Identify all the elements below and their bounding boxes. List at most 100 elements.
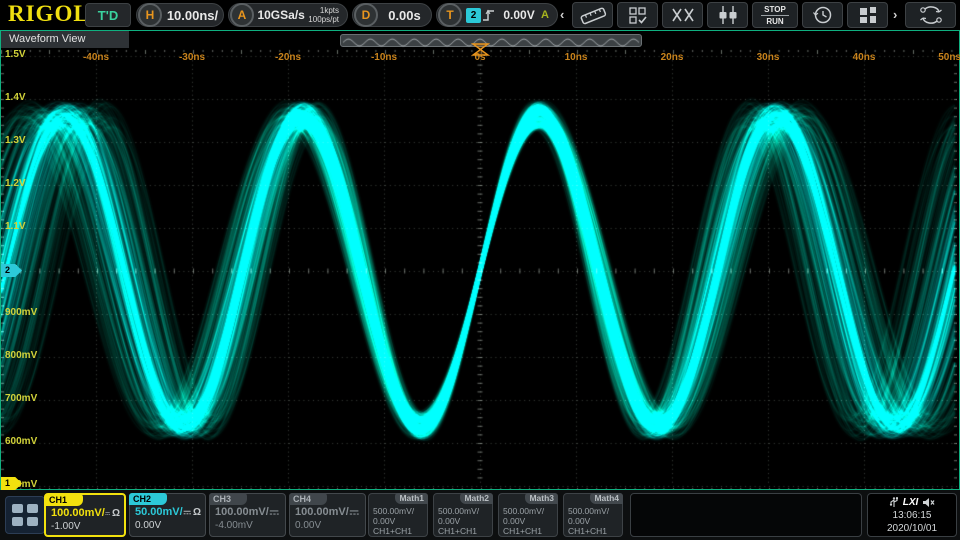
trigger-control[interactable]: T 2 0.00V A <box>436 3 558 27</box>
waveform-display[interactable] <box>1 49 957 489</box>
cursors-icon <box>715 4 741 26</box>
windows-button[interactable] <box>847 2 888 28</box>
all-measure-icon <box>626 4 650 26</box>
system-date: 2020/10/01 <box>868 522 956 535</box>
xy-display-icon <box>670 5 696 25</box>
math4-status-box[interactable]: Math4 500.00mV/ 0.00V CH1+CH1 <box>563 493 623 537</box>
mem-depth-value: 1kpts <box>308 6 339 15</box>
math1-tab: Math1 <box>395 493 428 504</box>
system-time: 13:06:15 <box>868 509 956 522</box>
math2-expression: CH1+CH1 <box>434 526 492 536</box>
cursors-button[interactable] <box>707 2 748 28</box>
waveform-view-window: Waveform View -40ns-30ns-20ns-10ns0s10ns… <box>0 30 960 490</box>
volt-label: 1.4V <box>5 92 26 103</box>
math4-scale: 500.00mV/ <box>564 506 622 516</box>
overview-waveform <box>341 37 641 48</box>
run-label: RUN <box>761 16 789 26</box>
time-label: -30ns <box>179 52 205 63</box>
volt-label: 900mV <box>5 307 37 318</box>
trigger-status-badge[interactable]: T'D <box>85 3 131 27</box>
self-check-button[interactable] <box>905 2 956 28</box>
ch1-offset: -1.00V <box>46 521 124 532</box>
acquire-control[interactable]: A 10GSa/s 1kpts 100ps/pt <box>228 3 348 27</box>
math1-offset: 0.00V <box>369 516 427 526</box>
measure-button[interactable] <box>572 2 613 28</box>
dc-coupling-icon <box>105 508 110 519</box>
history-icon <box>812 4 834 26</box>
sample-rate-value: 10GSa/s <box>254 8 308 22</box>
time-label: 20ns <box>661 52 684 63</box>
math2-offset: 0.00V <box>434 516 492 526</box>
ch1-status-box[interactable]: CH1 100.00mV/ Ω -1.00V <box>44 493 126 537</box>
dc-coupling-icon <box>269 507 279 518</box>
time-label: -10ns <box>371 52 397 63</box>
math1-status-box[interactable]: Math1 500.00mV/ 0.00V CH1+CH1 <box>368 493 428 537</box>
ch4-status-box[interactable]: CH4 100.00mV/ 0.00V <box>289 493 366 537</box>
toolbar-scroll-left[interactable]: ‹ <box>560 7 564 22</box>
math3-expression: CH1+CH1 <box>499 526 557 536</box>
lxi-label: LXI <box>903 496 919 509</box>
acquire-badge: A <box>230 3 254 27</box>
home-menu-button[interactable] <box>5 496 45 534</box>
memory-depth: 1kpts 100ps/pt <box>308 6 347 24</box>
ch1-impedance: Ω <box>112 508 120 519</box>
dc-coupling-icon <box>183 507 191 518</box>
ch4-offset: 0.00V <box>290 520 365 531</box>
menu-grid-icon <box>27 517 38 526</box>
horizontal-position-overview[interactable] <box>340 34 642 47</box>
ch1-scale: 100.00mV/ <box>51 507 105 519</box>
toolbar-scroll-right[interactable]: › <box>893 7 897 22</box>
delay-badge: D <box>354 3 378 27</box>
ch2-impedance: Ω <box>193 507 201 518</box>
time-label: 40ns <box>853 52 876 63</box>
system-status-box[interactable]: LXI 13:06:15 2020/10/01 <box>867 493 957 537</box>
math3-tab: Math3 <box>525 493 558 504</box>
history-button[interactable] <box>802 2 843 28</box>
bottom-bar: CH1 100.00mV/ Ω -1.00V CH2 50.00mV/ Ω 0.… <box>0 490 960 540</box>
ch2-offset: 0.00V <box>130 520 205 531</box>
stop-run-label: STOP RUN <box>761 5 789 26</box>
usb-icon <box>889 496 899 508</box>
ch2-status-box[interactable]: CH2 50.00mV/ Ω 0.00V <box>129 493 206 537</box>
resolution-value: 100ps/pt <box>308 15 339 24</box>
volt-label: 1.3V <box>5 135 26 146</box>
delay-control[interactable]: D 0.00s <box>352 3 432 27</box>
volt-label: 700mV <box>5 393 37 404</box>
message-area <box>630 493 862 537</box>
trigger-slope-icon <box>481 7 497 23</box>
horizontal-scale-value: 10.00ns/ <box>162 8 223 23</box>
time-label: -40ns <box>83 52 109 63</box>
trigger-sweep-mode: A <box>541 9 549 21</box>
menu-grid-icon <box>27 504 38 513</box>
math1-expression: CH1+CH1 <box>369 526 427 536</box>
ch4-tab: CH4 <box>289 493 327 505</box>
all-measure-button[interactable] <box>617 2 658 28</box>
stop-run-button[interactable]: STOP RUN <box>752 2 798 28</box>
dc-coupling-icon <box>349 507 359 518</box>
horizontal-badge: H <box>138 3 162 27</box>
trigger-position-marker[interactable] <box>471 43 490 56</box>
ch2-scale: 50.00mV/ <box>135 506 183 518</box>
time-label: -20ns <box>275 52 301 63</box>
windows-icon <box>856 4 880 26</box>
ch4-scale: 100.00mV/ <box>295 506 349 518</box>
volt-label: 600mV <box>5 436 37 447</box>
ch3-scale: 100.00mV/ <box>215 506 269 518</box>
ch3-offset: -4.00mV <box>210 520 285 531</box>
math4-offset: 0.00V <box>564 516 622 526</box>
time-label: 30ns <box>757 52 780 63</box>
math3-offset: 0.00V <box>499 516 557 526</box>
trigger-level-value: 0.00V <box>497 8 541 22</box>
measure-ruler-icon <box>578 4 608 26</box>
top-bar: RIGOL T'D H 10.00ns/ A 10GSa/s 1kpts 100… <box>0 0 960 30</box>
ch3-status-box[interactable]: CH3 100.00mV/ -4.00mV <box>209 493 286 537</box>
volt-label: 1.1V <box>5 221 26 232</box>
xy-display-button[interactable] <box>662 2 703 28</box>
horizontal-scale-control[interactable]: H 10.00ns/ <box>136 3 224 27</box>
math3-status-box[interactable]: Math3 500.00mV/ 0.00V CH1+CH1 <box>498 493 558 537</box>
math2-status-box[interactable]: Math2 500.00mV/ 0.00V CH1+CH1 <box>433 493 493 537</box>
trigger-badge: T <box>438 3 462 27</box>
math2-tab: Math2 <box>460 493 493 504</box>
volt-label: 1.2V <box>5 178 26 189</box>
math3-scale: 500.00mV/ <box>499 506 557 516</box>
